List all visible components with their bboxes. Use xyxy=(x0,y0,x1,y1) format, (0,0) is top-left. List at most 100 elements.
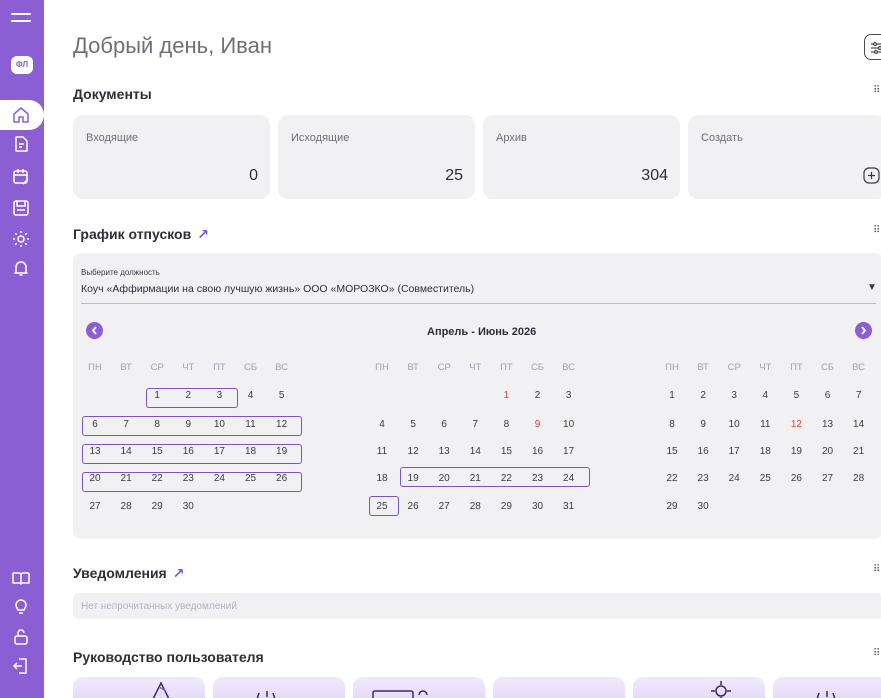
calendar-day[interactable]: 6 xyxy=(816,388,840,404)
calendar-day[interactable]: 28 xyxy=(847,471,871,487)
calendar-day[interactable]: 10 xyxy=(722,417,746,433)
plus-icon[interactable] xyxy=(863,167,880,184)
calendar-day[interactable]: 6 xyxy=(432,417,456,433)
next-period-button[interactable] xyxy=(855,322,872,339)
calendar-day[interactable]: 12 xyxy=(784,417,808,433)
calendar-day[interactable]: 28 xyxy=(114,499,138,515)
vacation-range[interactable] xyxy=(146,388,238,408)
document-icon[interactable] xyxy=(11,134,31,154)
guide-card[interactable] xyxy=(493,677,625,698)
calendar-edit-icon[interactable] xyxy=(11,167,31,187)
calendar-day[interactable]: 3 xyxy=(722,388,746,404)
lock-icon[interactable] xyxy=(11,627,31,647)
calendar-day[interactable]: 30 xyxy=(526,499,550,515)
calendar-day[interactable]: 14 xyxy=(847,417,871,433)
calendar-day[interactable]: 25 xyxy=(753,471,777,487)
external-link-icon[interactable]: ↗ xyxy=(197,226,209,242)
calendar-day[interactable]: 14 xyxy=(463,444,487,460)
calendar-day[interactable]: 16 xyxy=(691,444,715,460)
guide-card[interactable] xyxy=(773,677,881,698)
prev-period-button[interactable] xyxy=(86,322,103,339)
calendar-day[interactable]: 5 xyxy=(401,417,425,433)
calendar-day[interactable]: 24 xyxy=(722,471,746,487)
calendar-day[interactable]: 17 xyxy=(557,444,581,460)
calendar-day[interactable]: 2 xyxy=(526,388,550,404)
calendar-day[interactable]: 4 xyxy=(239,388,263,404)
calendar-day[interactable]: 28 xyxy=(463,499,487,515)
calendar-day[interactable]: 8 xyxy=(660,417,684,433)
customize-button[interactable] xyxy=(864,34,881,60)
calendar-day[interactable]: 5 xyxy=(784,388,808,404)
calendar-day[interactable]: 16 xyxy=(526,444,550,460)
calendar-day[interactable]: 11 xyxy=(370,444,394,460)
calendar-day[interactable]: 29 xyxy=(494,499,518,515)
guide-card[interactable] xyxy=(73,677,205,698)
calendar-day[interactable]: 5 xyxy=(270,388,294,404)
calendar-day[interactable]: 29 xyxy=(660,499,684,515)
dropdown-caret-icon[interactable]: ▼ xyxy=(867,282,877,293)
vacation-range[interactable] xyxy=(82,416,302,436)
calendar-day[interactable]: 18 xyxy=(753,444,777,460)
calendar-day[interactable]: 26 xyxy=(784,471,808,487)
calendar-day[interactable]: 17 xyxy=(722,444,746,460)
doc-card-create[interactable]: Создать xyxy=(688,115,881,199)
calendar-day[interactable]: 19 xyxy=(784,444,808,460)
calendar-day[interactable]: 13 xyxy=(816,417,840,433)
calendar-day[interactable]: 4 xyxy=(753,388,777,404)
calendar-day[interactable]: 27 xyxy=(816,471,840,487)
calendar-day[interactable]: 29 xyxy=(145,499,169,515)
menu-icon[interactable] xyxy=(11,13,31,29)
notifications-title[interactable]: Уведомления ↗ xyxy=(73,565,184,582)
calendar-day[interactable]: 20 xyxy=(816,444,840,460)
lightbulb-icon[interactable] xyxy=(11,597,31,617)
calendar-day[interactable]: 15 xyxy=(494,444,518,460)
calendar-day[interactable]: 15 xyxy=(660,444,684,460)
calendar-day[interactable]: 27 xyxy=(432,499,456,515)
profile-badge[interactable]: ФЛ xyxy=(11,56,33,74)
calendar-day[interactable]: 1 xyxy=(660,388,684,404)
guide-card[interactable] xyxy=(633,677,765,698)
guide-card[interactable] xyxy=(213,677,345,698)
calendar-day[interactable]: 18 xyxy=(370,471,394,487)
calendar-day[interactable]: 11 xyxy=(753,417,777,433)
doc-card-incoming[interactable]: Входящие 0 xyxy=(73,115,270,199)
calendar-day[interactable]: 13 xyxy=(432,444,456,460)
guide-card[interactable] xyxy=(353,677,485,698)
settings-gear-icon[interactable] xyxy=(11,229,31,249)
calendar-day[interactable]: 23 xyxy=(691,471,715,487)
vacation-range[interactable] xyxy=(400,467,590,487)
calendar-day[interactable]: 21 xyxy=(847,444,871,460)
drag-handle-icon[interactable]: ⠿ xyxy=(873,565,880,575)
logout-icon[interactable] xyxy=(11,656,31,676)
calendar-day[interactable]: 27 xyxy=(83,499,107,515)
book-icon[interactable] xyxy=(11,568,31,588)
calendar-day[interactable]: 2 xyxy=(691,388,715,404)
drag-handle-icon[interactable]: ⠿ xyxy=(873,226,880,236)
bell-icon[interactable] xyxy=(11,258,31,278)
calendar-day[interactable]: 12 xyxy=(401,444,425,460)
drag-handle-icon[interactable]: ⠿ xyxy=(873,86,880,96)
calendar-day[interactable]: 30 xyxy=(691,499,715,515)
home-icon[interactable] xyxy=(11,105,31,125)
calendar-day[interactable]: 26 xyxy=(401,499,425,515)
vacation-range[interactable] xyxy=(369,496,399,516)
vacation-range[interactable] xyxy=(82,472,302,492)
doc-card-archive[interactable]: Архив 304 xyxy=(483,115,680,199)
doc-card-outgoing[interactable]: Исходящие 25 xyxy=(278,115,475,199)
calendar-day[interactable]: 30 xyxy=(176,499,200,515)
calendar-day[interactable]: 10 xyxy=(557,417,581,433)
external-link-icon[interactable]: ↗ xyxy=(173,565,185,581)
calendar-day[interactable]: 3 xyxy=(557,388,581,404)
vacation-title[interactable]: График отпусков ↗ xyxy=(73,226,209,243)
calendar-day[interactable]: 7 xyxy=(847,388,871,404)
position-select[interactable]: Коуч «Аффирмации на свою лучшую жизнь» О… xyxy=(81,283,474,295)
calendar-day[interactable]: 8 xyxy=(494,417,518,433)
save-icon[interactable] xyxy=(11,198,31,218)
calendar-day[interactable]: 22 xyxy=(660,471,684,487)
drag-handle-icon[interactable]: ⠿ xyxy=(873,649,880,659)
calendar-day[interactable]: 7 xyxy=(463,417,487,433)
calendar-day[interactable]: 9 xyxy=(526,417,550,433)
calendar-day[interactable]: 31 xyxy=(557,499,581,515)
calendar-day[interactable]: 9 xyxy=(691,417,715,433)
calendar-day[interactable]: 1 xyxy=(494,388,518,404)
